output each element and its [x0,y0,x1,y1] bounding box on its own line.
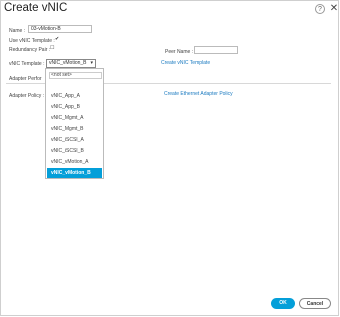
dropdown-option[interactable]: vNIC_iSCSI_A [47,135,102,145]
create-vnic-dialog: Create vNIC ? ✕ Name : 03-vMotion-B Use … [0,0,339,316]
title-bar: Create vNIC ? ✕ [1,1,338,17]
name-label: Name : [9,28,26,34]
dropdown-option[interactable]: vNIC_vMotion_A [47,157,102,167]
vnic-template-dropdown: <not set> vNIC_App_A vNIC_App_B vNIC_Mgm… [45,68,104,179]
redundancy-pair-checkbox[interactable]: ☐ [50,46,55,51]
vnic-template-label: vNIC Template : [9,61,45,67]
adapter-policy-label: Adapter Policy : [9,93,45,99]
chevron-down-icon: ▾ [90,60,93,66]
vnic-template-select[interactable]: vNIC_vMotion_B ▾ [46,59,96,68]
vnic-template-selected: vNIC_vMotion_B [49,60,87,66]
create-ethernet-adapter-policy-link[interactable]: Create Ethernet Adapter Policy [164,91,233,97]
dropdown-option[interactable]: vNIC_App_B [47,102,102,112]
dropdown-option[interactable]: <not set> [47,70,102,80]
help-icon[interactable]: ? [315,4,325,14]
name-field[interactable]: 03-vMotion-B [28,25,92,33]
tab-adapter-performance[interactable]: Adapter Perfor [9,76,42,82]
cancel-button[interactable]: Cancel [299,298,331,309]
ok-button[interactable]: OK [271,298,295,309]
dropdown-option[interactable]: vNIC_iSCSI_B [47,146,102,156]
dropdown-option[interactable]: vNIC_App_A [47,91,102,101]
dropdown-option-selected[interactable]: vNIC_vMotion_B [47,168,102,178]
use-vnic-template-checkbox[interactable]: ✔ [55,37,60,42]
dropdown-option[interactable] [47,80,102,90]
close-icon[interactable]: ✕ [329,3,339,15]
create-vnic-template-link[interactable]: Create vNIC Template [161,60,210,66]
redundancy-pair-label: Redundancy Pair : [9,47,51,53]
peer-name-field[interactable] [194,46,238,54]
dialog-title: Create vNIC [4,2,68,14]
dropdown-option[interactable]: vNIC_Mgmt_B [47,124,102,134]
dropdown-option[interactable]: vNIC_Mgmt_A [47,113,102,123]
peer-name-label: Peer Name : [165,49,194,55]
use-vnic-template-label: Use vNIC Template : [9,38,55,44]
